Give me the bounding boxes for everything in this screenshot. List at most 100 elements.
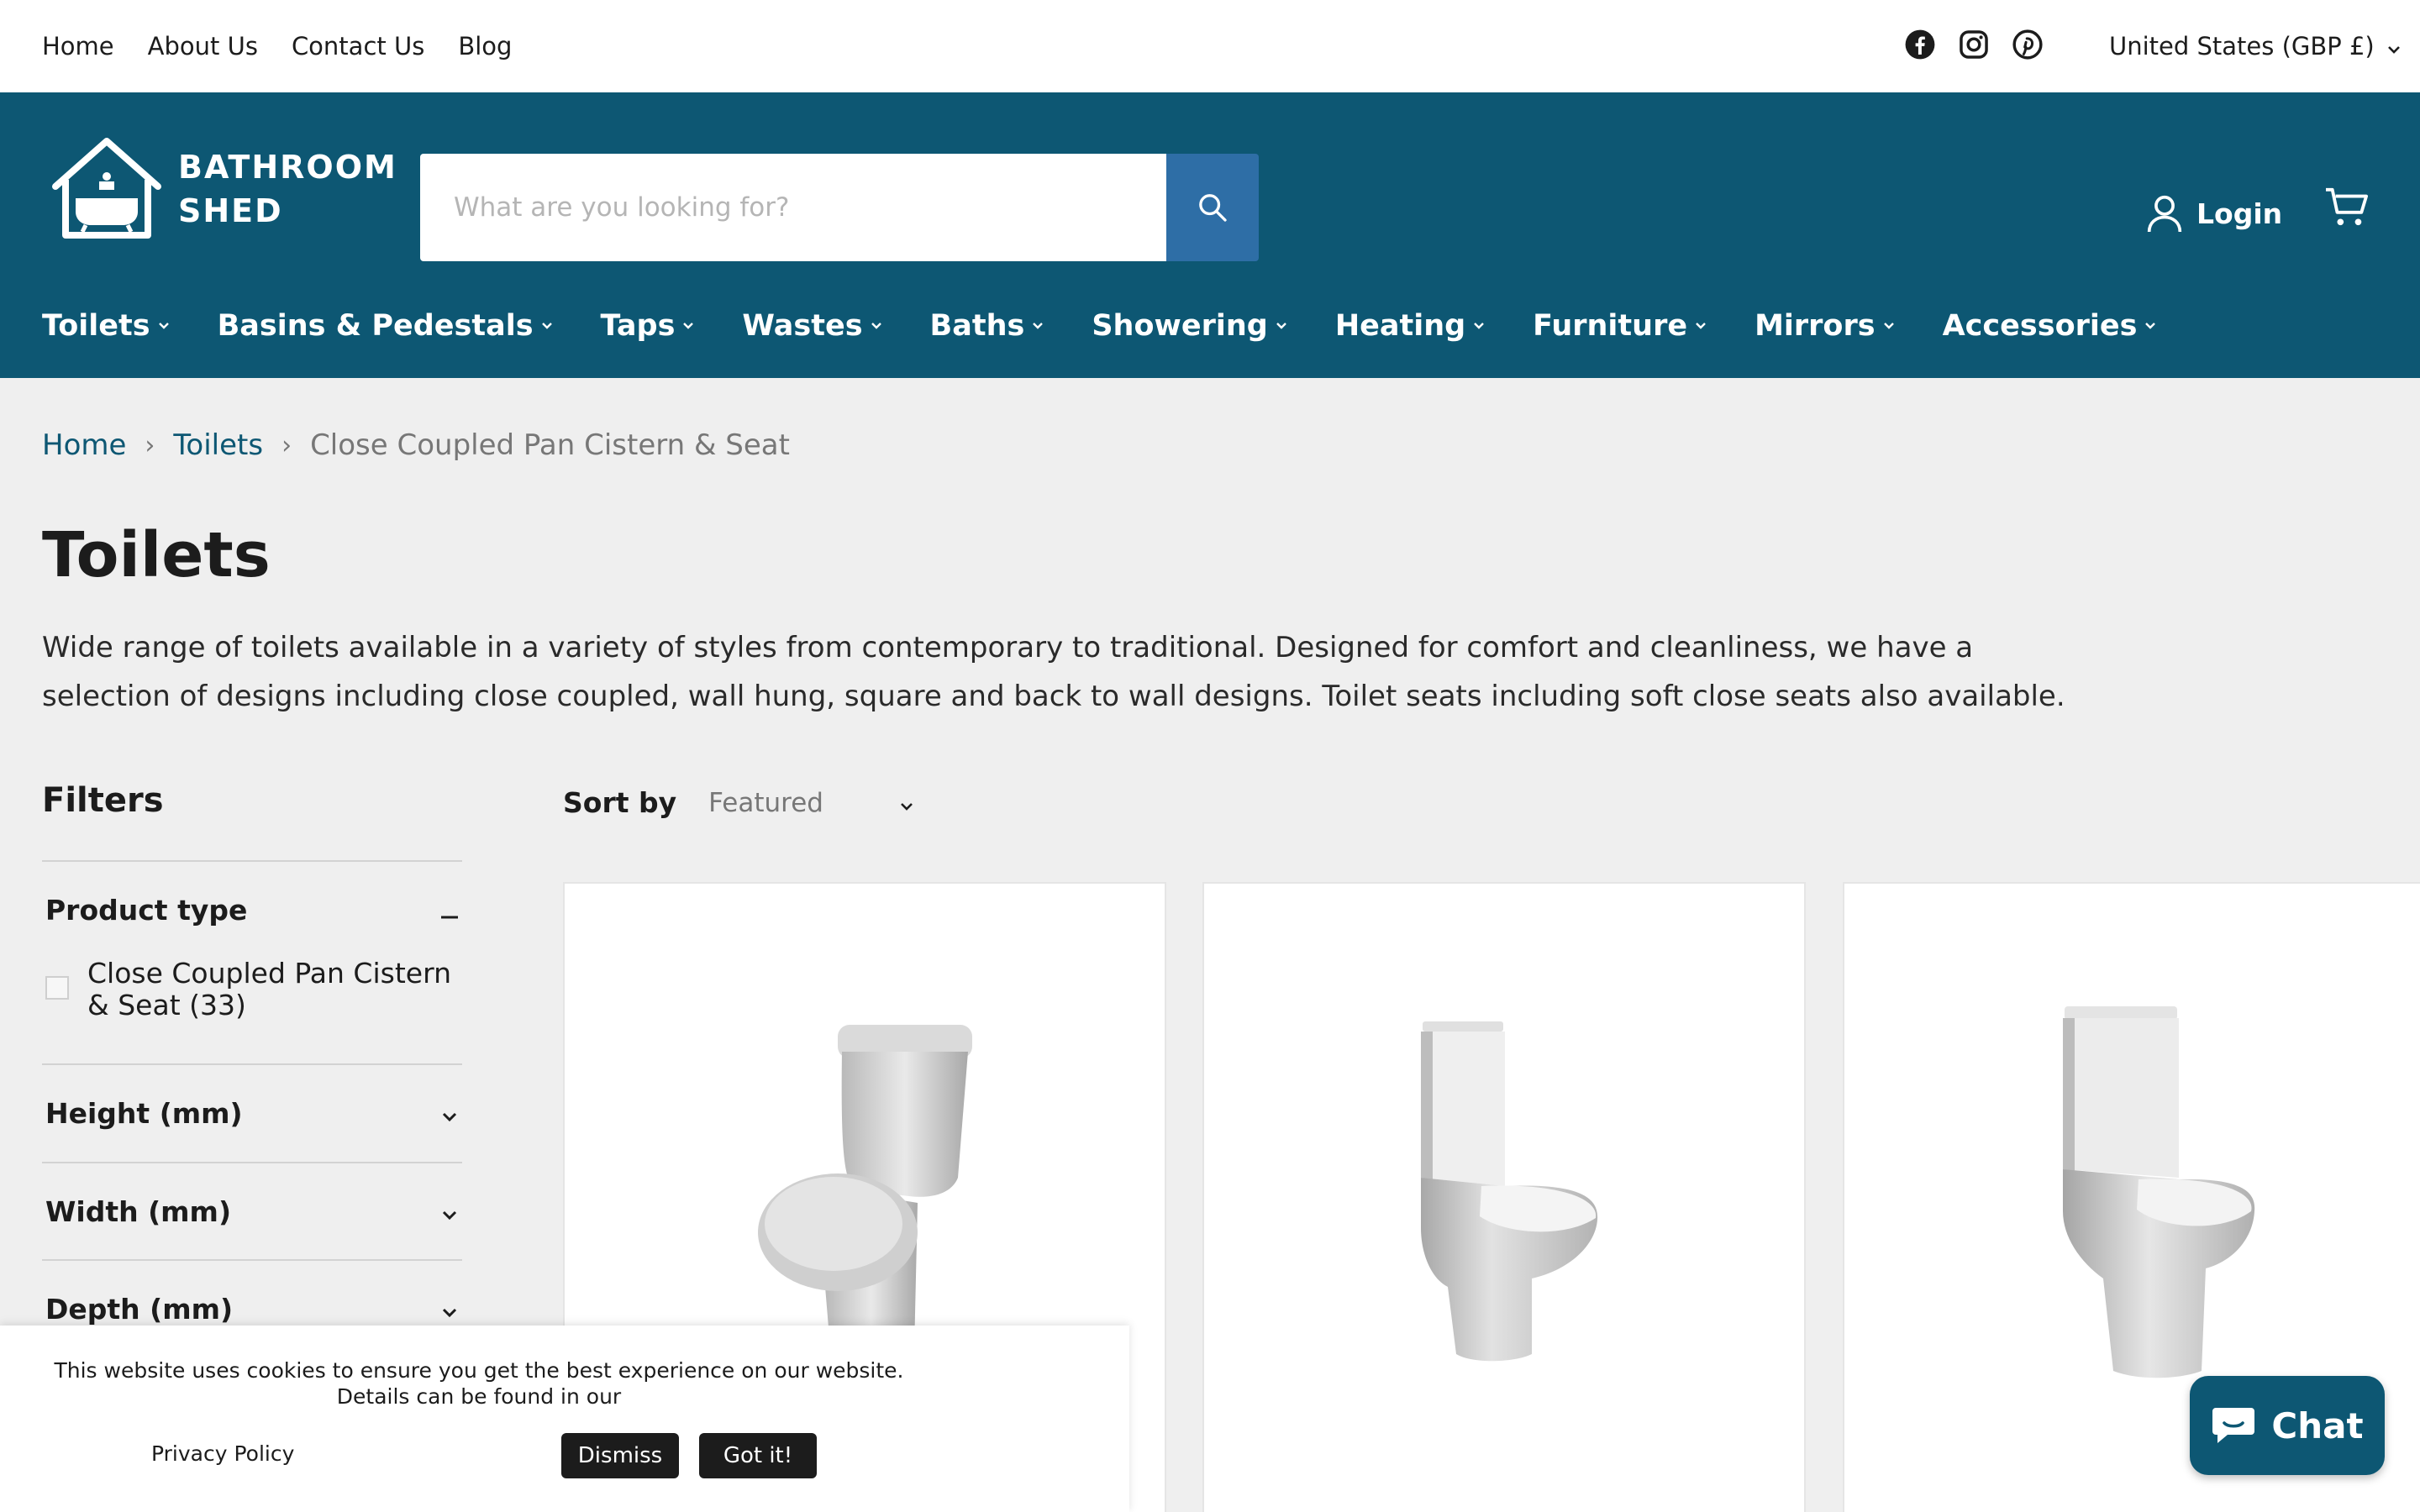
chevron-down-icon (540, 321, 554, 331)
product-image (1421, 1021, 1598, 1362)
site-logo[interactable]: BATHROOM SHED (47, 136, 397, 242)
search-icon (1199, 194, 1227, 222)
chevron-down-icon (1694, 321, 1707, 331)
chevron-down-icon (440, 1195, 459, 1228)
logo-wordmark: BATHROOM SHED (178, 145, 397, 233)
breadcrumb-home[interactable]: Home (42, 428, 126, 462)
chevron-down-icon (870, 321, 883, 331)
chevron-down-icon (2144, 321, 2157, 331)
search-button[interactable] (1166, 154, 1259, 261)
nav-label: Showering (1092, 309, 1268, 343)
sort-select[interactable]: Featured (708, 788, 914, 818)
site-header: BATHROOM SHED Login Toilets Basins & Ped… (0, 92, 2420, 378)
cookie-dismiss-button[interactable]: Dismiss (561, 1433, 679, 1478)
sort-selected-value: Featured (708, 787, 823, 818)
search-form (420, 154, 1259, 261)
filter-product-type: Product type Close Coupled Pan Cistern &… (42, 860, 462, 1055)
filter-width-toggle[interactable]: Width (mm) (42, 1163, 462, 1259)
filter-option-label: Close Coupled Pan Cistern & Seat (33) (87, 957, 451, 1021)
filter-option-close-coupled[interactable]: Close Coupled Pan Cistern & Seat (33) (42, 958, 462, 1055)
user-icon (2147, 195, 2182, 233)
filter-label: Depth (mm) (45, 1292, 234, 1326)
chevron-down-icon (440, 1097, 459, 1130)
nav-label: Mirrors (1754, 309, 1876, 343)
pinterest-icon[interactable] (2012, 29, 2044, 60)
utility-link-blog[interactable]: Blog (458, 32, 512, 60)
house-bath-icon (52, 138, 161, 239)
nav-item-baths[interactable]: Baths (930, 309, 1045, 343)
filter-height: Height (mm) (42, 1063, 462, 1161)
nav-item-accessories[interactable]: Accessories (1943, 309, 2158, 343)
nav-item-wastes[interactable]: Wastes (742, 309, 882, 343)
logo-line-2: SHED (178, 192, 283, 229)
filter-width: Width (mm) (42, 1162, 462, 1259)
checkbox[interactable] (45, 976, 69, 1000)
breadcrumb-current: Close Coupled Pan Cistern & Seat (310, 428, 790, 462)
main-navigation: Toilets Basins & Pedestals Taps Wastes B… (42, 309, 2204, 343)
nav-item-heating[interactable]: Heating (1335, 309, 1486, 343)
filter-label: Width (mm) (45, 1194, 232, 1228)
minus-icon (440, 894, 459, 927)
cookie-accept-button[interactable]: Got it! (699, 1433, 817, 1478)
chat-button[interactable]: Chat (2190, 1376, 2385, 1475)
nav-label: Taps (600, 309, 676, 343)
nav-label: Basins & Pedestals (217, 309, 534, 343)
nav-label: Toilets (42, 309, 150, 343)
social-links (1904, 29, 2044, 60)
nav-item-toilets[interactable]: Toilets (42, 309, 171, 343)
chevron-down-icon (1882, 321, 1896, 331)
chevron-down-icon (681, 321, 695, 331)
instagram-icon[interactable] (1958, 29, 1990, 60)
nav-item-furniture[interactable]: Furniture (1533, 309, 1707, 343)
cookie-message: This website uses cookies to ensure you … (54, 1358, 904, 1409)
cart-link[interactable] (2324, 186, 2370, 232)
sort-label: Sort by (563, 786, 677, 819)
chevron-down-icon (440, 1293, 459, 1326)
login-label: Login (2196, 197, 2283, 230)
chat-label: Chat (2271, 1404, 2364, 1446)
filter-product-type-toggle[interactable]: Product type (42, 862, 462, 958)
chevron-down-icon (1275, 321, 1288, 331)
chevron-down-icon (1031, 321, 1044, 331)
chat-bubble-icon (2212, 1408, 2255, 1443)
nav-item-showering[interactable]: Showering (1092, 309, 1287, 343)
collection-description: Wide range of toilets available in a var… (42, 631, 2065, 713)
utility-nav: Home About Us Contact Us Blog (42, 0, 512, 92)
logo-line-1: BATHROOM (178, 149, 397, 186)
sort-control: Sort by Featured (563, 786, 914, 819)
chevron-down-icon (899, 788, 914, 818)
product-card[interactable] (1202, 882, 1806, 1512)
nav-label: Accessories (1942, 309, 2138, 343)
privacy-policy-link[interactable]: Privacy Policy (151, 1441, 294, 1466)
nav-label: Furniture (1533, 309, 1688, 343)
page-title: Toilets (42, 519, 271, 591)
login-link[interactable]: Login (2146, 193, 2282, 234)
nav-item-mirrors[interactable]: Mirrors (1754, 309, 1896, 343)
cart-icon (2326, 187, 2368, 226)
breadcrumb: Home › Toilets › Close Coupled Pan Ciste… (42, 428, 790, 462)
utility-bar: Home About Us Contact Us Blog United Sta… (0, 0, 2420, 92)
chevron-right-icon: › (145, 430, 155, 460)
utility-link-contact-us[interactable]: Contact Us (292, 32, 424, 60)
breadcrumb-toilets[interactable]: Toilets (173, 428, 263, 462)
search-input[interactable] (420, 154, 1166, 261)
nav-label: Wastes (742, 309, 863, 343)
filter-label: Height (mm) (45, 1096, 243, 1130)
facebook-icon[interactable] (1904, 29, 1936, 60)
nav-label: Heating (1334, 309, 1466, 343)
chevron-down-icon (157, 321, 171, 331)
filter-label: Product type (45, 893, 248, 927)
cookie-banner: This website uses cookies to ensure you … (0, 1326, 1129, 1512)
nav-item-taps[interactable]: Taps (601, 309, 696, 343)
utility-link-home[interactable]: Home (42, 32, 114, 60)
nav-label: Baths (929, 309, 1025, 343)
filters-title: Filters (42, 781, 164, 820)
chevron-down-icon (2386, 32, 2402, 60)
chevron-down-icon (1472, 321, 1486, 331)
currency-selector[interactable]: United States (GBP £) (2109, 0, 2402, 92)
utility-link-about-us[interactable]: About Us (148, 32, 258, 60)
product-image (2063, 1006, 2255, 1378)
filter-height-toggle[interactable]: Height (mm) (42, 1065, 462, 1161)
chevron-right-icon: › (281, 430, 292, 460)
nav-item-basins-pedestals[interactable]: Basins & Pedestals (218, 309, 554, 343)
